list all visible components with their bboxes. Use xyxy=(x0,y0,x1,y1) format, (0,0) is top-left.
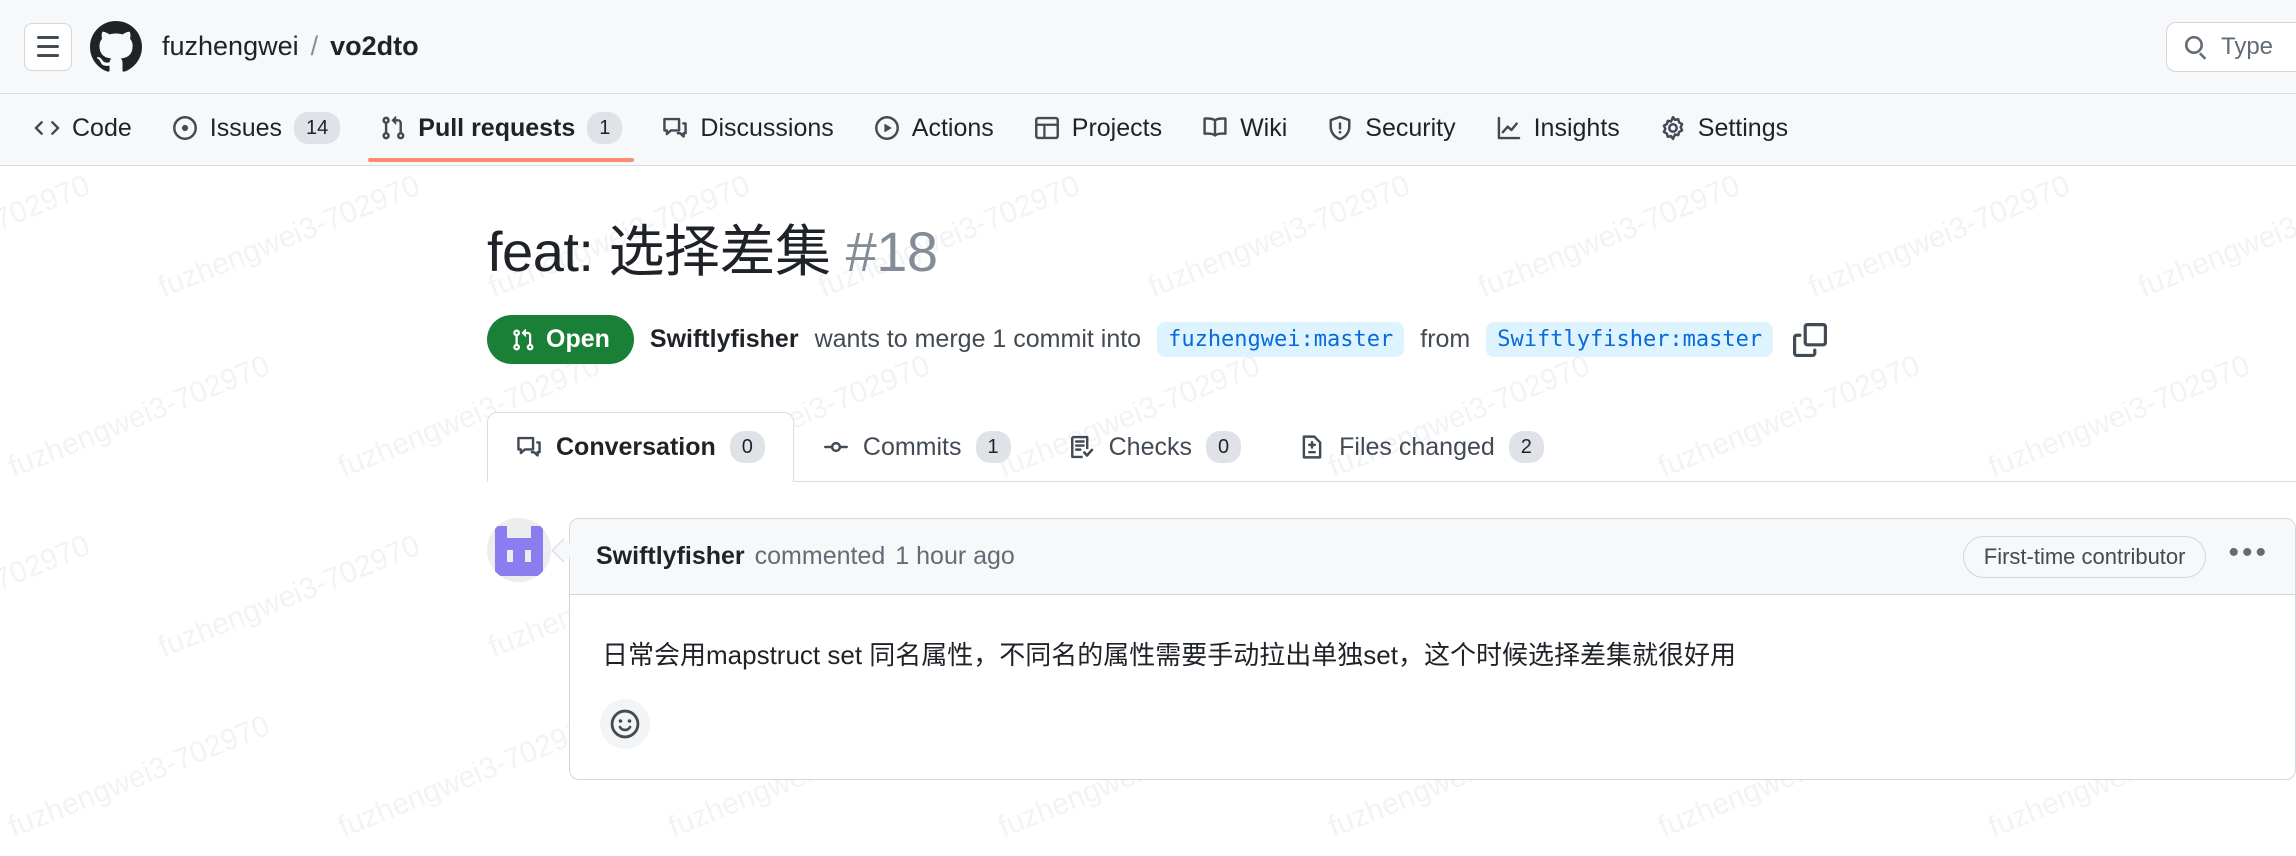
status-badge: Open xyxy=(487,315,634,365)
search-icon xyxy=(2185,35,2207,60)
nav-item-label: Wiki xyxy=(1240,113,1288,142)
comment-card: Swiftlyfisher commented 1 hour ago First… xyxy=(569,518,2296,781)
comment-action: commented xyxy=(754,542,886,571)
pr-merge-text: wants to merge 1 commit into xyxy=(814,325,1142,354)
comment-author[interactable]: Swiftlyfisher xyxy=(596,542,745,571)
base-branch-ref[interactable]: fuzhengwei:master xyxy=(1157,322,1405,358)
breadcrumb-owner[interactable]: fuzhengwei xyxy=(162,31,299,62)
checklist-icon xyxy=(1070,436,1093,459)
nav-item-insights[interactable]: Insights xyxy=(1476,94,1640,162)
nav-item-label: Security xyxy=(1365,113,1456,142)
status-badge-label: Open xyxy=(546,325,610,354)
file-diff-icon xyxy=(1302,435,1322,459)
pr-title-text: feat: 选择差集 xyxy=(487,220,831,283)
play-icon xyxy=(874,116,899,140)
code-icon xyxy=(34,121,60,135)
nav-item-discussions[interactable]: Discussions xyxy=(642,94,853,162)
nav-item-label: Actions xyxy=(911,113,994,142)
search-placeholder: Type xyxy=(2221,33,2274,60)
tab-label: Commits xyxy=(862,432,962,461)
graph-icon xyxy=(1497,116,1520,140)
breadcrumb: fuzhengwei / vo2dto xyxy=(162,31,419,62)
github-logo-icon[interactable] xyxy=(90,20,142,73)
nav-item-label: Code xyxy=(72,113,132,142)
shield-icon xyxy=(1329,115,1351,141)
nav-item-label: Issues xyxy=(209,113,283,142)
smiley-icon[interactable] xyxy=(600,699,650,750)
nav-item-label: Pull requests xyxy=(418,113,576,142)
copy-icon[interactable] xyxy=(1793,322,1828,357)
global-header: fuzhengwei / vo2dto Type xyxy=(0,0,2296,94)
tab-label: Conversation xyxy=(556,432,716,461)
page-title: feat: 选择差集 #18 xyxy=(487,218,2296,285)
tab-label: Checks xyxy=(1108,432,1192,461)
tab-conversation[interactable]: Conversation 0 xyxy=(487,412,794,483)
contributor-badge: First-time contributor xyxy=(1962,535,2207,578)
nav-item-actions[interactable]: Actions xyxy=(854,94,1014,162)
comment-thread: Swiftlyfisher commented 1 hour ago First… xyxy=(487,518,2296,781)
tab-counter: 2 xyxy=(1508,431,1544,464)
tab-checks[interactable]: Checks 0 xyxy=(1040,412,1271,482)
nav-item-wiki[interactable]: Wiki xyxy=(1182,94,1307,162)
nav-item-label: Settings xyxy=(1697,113,1789,142)
hamburger-icon[interactable] xyxy=(24,22,72,71)
comment-arrow xyxy=(551,518,569,582)
avatar-identicon xyxy=(487,518,551,583)
tab-counter: 0 xyxy=(1206,431,1242,464)
gear-icon xyxy=(1662,115,1684,141)
nav-item-pull-requests[interactable]: Pull requests 1 xyxy=(360,94,642,162)
pr-from-text: from xyxy=(1420,325,1471,354)
comment-discussion-icon xyxy=(663,117,688,138)
table-icon xyxy=(1034,116,1059,140)
comment-header: Swiftlyfisher commented 1 hour ago First… xyxy=(570,519,2295,596)
comment-timestamp[interactable]: 1 hour ago xyxy=(895,542,1015,571)
head-branch-ref[interactable]: Swiftlyfisher:master xyxy=(1486,322,1774,358)
pr-tabnav: Conversation 0 Commits 1 Checks 0 Files change… xyxy=(487,410,2296,483)
breadcrumb-repo[interactable]: vo2dto xyxy=(330,31,419,62)
pr-meta-row: Open Swiftlyfisher wants to merge 1 comm… xyxy=(487,315,2296,365)
tab-counter: 1 xyxy=(975,431,1011,464)
tab-commits[interactable]: Commits 1 xyxy=(794,412,1040,482)
book-icon xyxy=(1203,117,1227,137)
nav-item-code[interactable]: Code xyxy=(14,94,152,162)
git-pull-request-icon xyxy=(513,328,534,351)
pr-author[interactable]: Swiftlyfisher xyxy=(650,325,799,354)
pr-number: #18 xyxy=(845,220,938,283)
nav-item-label: Projects xyxy=(1071,113,1163,142)
nav-item-issues[interactable]: Issues 14 xyxy=(152,94,361,162)
kebab-horizontal-icon[interactable]: ••• xyxy=(2228,537,2269,570)
avatar[interactable] xyxy=(487,518,551,583)
search-input[interactable]: Type xyxy=(2166,22,2296,72)
nav-item-settings[interactable]: Settings xyxy=(1640,94,1808,162)
issue-opened-icon xyxy=(172,116,197,140)
nav-item-label: Discussions xyxy=(700,113,834,142)
reaction-row xyxy=(570,685,2295,779)
breadcrumb-separator: / xyxy=(310,31,319,61)
comment-body: 日常会用mapstruct set 同名属性，不同名的属性需要手动拉出单独set… xyxy=(602,640,1736,671)
tab-label: Files changed xyxy=(1339,432,1495,461)
repo-nav: Code Issues 14 Pull requests 1 Discussions Act… xyxy=(0,94,2296,166)
tab-counter: 0 xyxy=(729,431,765,464)
nav-item-projects[interactable]: Projects xyxy=(1014,94,1182,162)
main-content: feat: 选择差集 #18 Open Swiftlyfisher wants … xyxy=(0,166,2296,781)
comment-header-actions: First-time contributor ••• xyxy=(1962,535,2269,578)
git-pull-request-icon xyxy=(382,115,405,140)
nav-item-counter: 14 xyxy=(294,112,341,144)
commit-icon xyxy=(823,442,848,453)
nav-item-security[interactable]: Security xyxy=(1307,94,1475,162)
comment-discussion-icon xyxy=(517,437,541,457)
nav-item-label: Insights xyxy=(1533,113,1620,142)
nav-item-counter: 1 xyxy=(587,112,623,144)
tab-files-changed[interactable]: Files changed 2 xyxy=(1270,412,1573,482)
